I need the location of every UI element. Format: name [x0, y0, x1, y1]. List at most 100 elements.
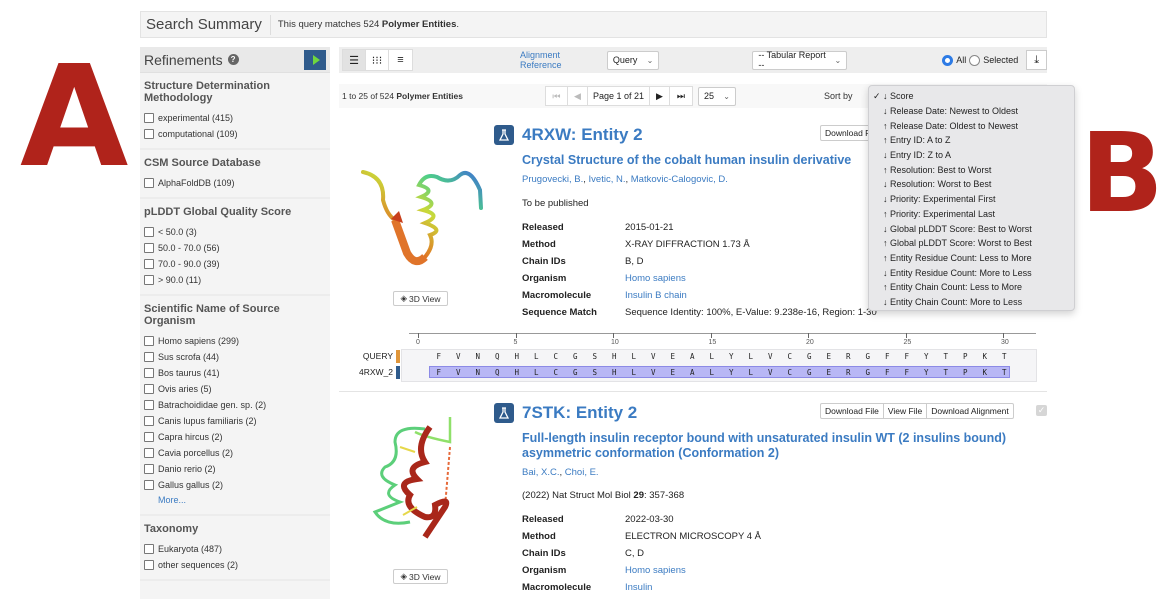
author-link[interactable]: Prugovecki, B.	[522, 174, 583, 185]
sort-option[interactable]: ↓ Release Date: Newest to Oldest	[869, 104, 1074, 119]
sort-option[interactable]: ↓ Resolution: Worst to Best	[869, 177, 1074, 192]
residue: L	[533, 368, 539, 377]
facet-checkbox[interactable]	[144, 352, 154, 362]
author-link[interactable]: Matkovic-Calogovic, D.	[631, 174, 728, 185]
facet-option[interactable]: Gallus gallus (2)	[144, 477, 326, 493]
detail-value-link[interactable]: Homo sapiens	[625, 273, 686, 284]
entry-title-link[interactable]: 7STK: Entity 2	[522, 403, 637, 423]
radio-selected[interactable]	[969, 54, 981, 66]
sort-option[interactable]: ↑ Global pLDDT Score: Worst to Best	[869, 236, 1074, 251]
per-page-select[interactable]: 25 ⌄	[697, 86, 736, 106]
facet-option[interactable]: Capra hircus (2)	[144, 429, 326, 445]
alignment-reference-label[interactable]: Alignment Reference	[520, 50, 603, 70]
facet-checkbox[interactable]	[144, 544, 154, 554]
author-link[interactable]: Choi, E.	[565, 467, 599, 478]
compact-list-view-button[interactable]: ≡	[389, 50, 412, 70]
refinements-header: Refinements ?	[140, 47, 330, 73]
facet-option[interactable]: 50.0 - 70.0 (56)	[144, 240, 326, 256]
sort-option[interactable]: ↑ Release Date: Oldest to Newest	[869, 118, 1074, 133]
tabular-report-value: -- Tabular Report --	[758, 50, 826, 70]
alignment-reference-select[interactable]: Query ⌄	[606, 50, 660, 70]
residue: Q	[494, 368, 500, 377]
facet-option[interactable]: other sequences (2)	[144, 557, 326, 573]
help-icon[interactable]: ?	[227, 54, 239, 65]
facet-checkbox[interactable]	[144, 464, 154, 474]
entry-title-link[interactable]: 4RXW: Entity 2	[522, 125, 643, 145]
detail-value-link[interactable]: Homo sapiens	[625, 565, 686, 576]
sort-option[interactable]: ✓ ↓ Score	[869, 89, 1074, 104]
next-page-button[interactable]: ▶	[650, 87, 670, 105]
sort-option[interactable]: ↑ Resolution: Best to Worst	[869, 162, 1074, 177]
facet-option[interactable]: Batrachoididae gen. sp. (2)	[144, 397, 326, 413]
detailed-list-view-button[interactable]: ☰	[343, 50, 366, 70]
facet-option[interactable]: Sus scrofa (44)	[144, 349, 326, 365]
sort-option[interactable]: ↓ Global pLDDT Score: Best to Worst	[869, 221, 1074, 236]
facet-checkbox[interactable]	[144, 416, 154, 426]
sort-option[interactable]: ↓ Entry ID: Z to A	[869, 148, 1074, 163]
grid-view-button[interactable]: ⁝⁝⁝	[366, 50, 389, 70]
facet-checkbox[interactable]	[144, 368, 154, 378]
sort-option[interactable]: ↑ Entity Chain Count: Less to More	[869, 280, 1074, 295]
facet-option[interactable]: Danio rerio (2)	[144, 461, 326, 477]
structure-thumbnail[interactable]	[355, 407, 485, 567]
apply-refinements-button[interactable]	[304, 49, 326, 70]
first-page-button[interactable]: ⏮	[546, 87, 568, 105]
facet-option[interactable]: 70.0 - 90.0 (39)	[144, 256, 326, 272]
facet-option[interactable]: < 50.0 (3)	[144, 224, 326, 240]
facet-option[interactable]: experimental (415)	[144, 110, 326, 126]
sort-option[interactable]: ↓ Entity Chain Count: More to Less	[869, 295, 1074, 310]
detail-label: Method	[522, 531, 556, 542]
paper-title-link[interactable]: Crystal Structure of the cobalt human in…	[522, 153, 851, 168]
sort-option[interactable]: ↑ Priority: Experimental Last	[869, 207, 1074, 222]
facet-title: Scientific Name of Source Organism	[144, 303, 280, 327]
view-file-button[interactable]: View File	[884, 404, 928, 418]
download-file-button[interactable]: Download File	[821, 404, 884, 418]
3d-view-button[interactable]: ◈ 3D View	[393, 291, 448, 306]
facet-option[interactable]: Homo sapiens (299)	[144, 333, 326, 349]
structure-thumbnail[interactable]	[355, 135, 485, 295]
residue: C	[787, 368, 792, 377]
facet-option[interactable]: Bos taurus (41)	[144, 365, 326, 381]
facet-checkbox[interactable]	[144, 432, 154, 442]
facet-option[interactable]: Eukaryota (487)	[144, 541, 326, 557]
facet-checkbox[interactable]	[144, 560, 154, 570]
tabular-report-select[interactable]: -- Tabular Report -- ⌄	[752, 50, 848, 70]
sort-option[interactable]: ↑ Entry ID: A to Z	[869, 133, 1074, 148]
download-button[interactable]: ⤓	[1026, 50, 1047, 70]
facet-option[interactable]: Canis lupus familiaris (2)	[144, 413, 326, 429]
3d-view-button[interactable]: ◈ 3D View	[393, 569, 448, 584]
facet-checkbox[interactable]	[144, 243, 154, 253]
facet-checkbox[interactable]	[144, 259, 154, 269]
facet-option[interactable]: computational (109)	[144, 126, 326, 142]
detail-value-link[interactable]: Insulin B chain	[625, 290, 687, 301]
facet-option[interactable]: Cavia porcellus (2)	[144, 445, 326, 461]
paper-title-link[interactable]: Full-length insulin receptor bound with …	[522, 431, 1047, 461]
facet-checkbox[interactable]	[144, 336, 154, 346]
last-page-button[interactable]: ⏭	[670, 87, 692, 105]
facet-option[interactable]: Ovis aries (5)	[144, 381, 326, 397]
facet-checkbox[interactable]	[144, 227, 154, 237]
facet-checkbox[interactable]	[144, 480, 154, 490]
author-link[interactable]: Bai, X.C.	[522, 467, 560, 478]
detail-value-link[interactable]: Insulin	[625, 582, 652, 593]
sort-option[interactable]: ↓ Priority: Experimental First	[869, 192, 1074, 207]
sort-option[interactable]: ↑ Entity Residue Count: Less to More	[869, 251, 1074, 266]
download-alignment-button[interactable]: Download Alignment	[927, 404, 1013, 418]
prev-page-button[interactable]: ◀	[568, 87, 588, 105]
facet-checkbox[interactable]	[144, 113, 154, 123]
facet-checkbox[interactable]	[144, 178, 154, 188]
chevron-down-icon: ⌄	[834, 55, 842, 65]
sort-option[interactable]: ↓ Entity Residue Count: More to Less	[869, 265, 1074, 280]
facet-option[interactable]: AlphaFoldDB (109)	[144, 175, 326, 191]
select-result-checkbox[interactable]: ✓	[1036, 405, 1047, 416]
facet-checkbox[interactable]	[144, 400, 154, 410]
facet-more-link[interactable]: More...	[144, 493, 326, 508]
author-link[interactable]: Ivetic, N.	[589, 174, 626, 185]
facet-option[interactable]: > 90.0 (11)	[144, 272, 326, 288]
radio-all[interactable]	[942, 54, 954, 66]
residue: L	[631, 368, 636, 377]
facet-checkbox[interactable]	[144, 448, 154, 458]
facet-checkbox[interactable]	[144, 129, 154, 139]
facet-checkbox[interactable]	[144, 384, 154, 394]
facet-checkbox[interactable]	[144, 275, 154, 285]
